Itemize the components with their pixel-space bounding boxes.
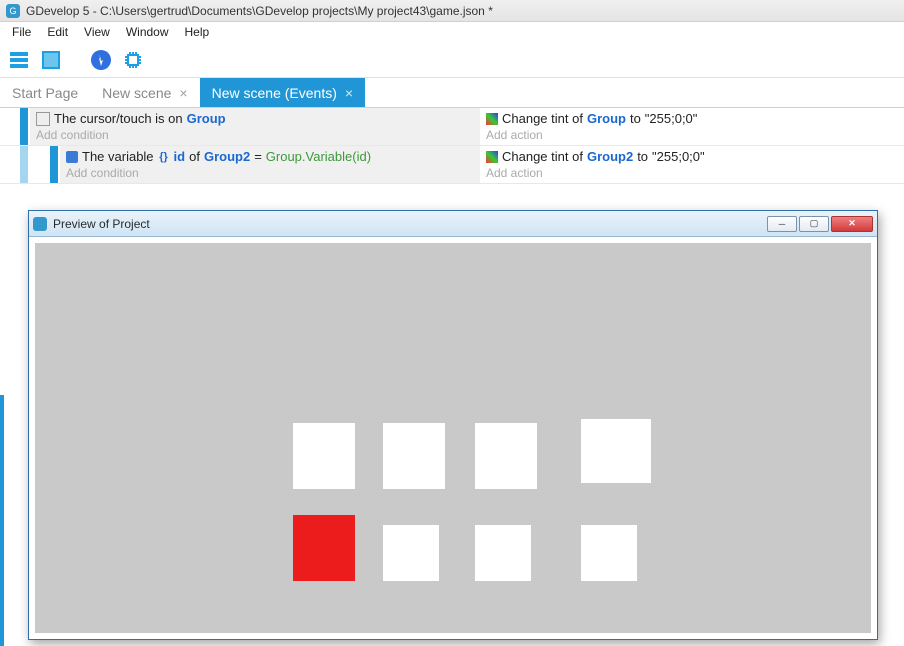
condition-text: The cursor/touch is on [54,111,183,126]
variable-brace-icon: {} [158,151,170,163]
tab-new-scene[interactable]: New scene × [90,78,199,107]
tab-start-page[interactable]: Start Page [0,78,90,107]
maximize-icon: ▢ [810,218,819,229]
condition-body[interactable]: The variable {} id of Group2 = Group.Var… [60,146,480,183]
minimize-icon: ─ [779,219,785,229]
menu-file[interactable]: File [4,23,39,41]
app-icon [33,217,47,231]
condition-mid: of [189,149,200,164]
action-line[interactable]: Change tint of Group to "255;0;0" [486,111,898,126]
add-condition-link[interactable]: Add condition [36,128,474,142]
sprite[interactable] [293,423,355,489]
event-row[interactable]: The variable {} id of Group2 = Group.Var… [0,146,904,184]
scene-icon [40,49,62,71]
variable-icon [66,151,78,163]
sprite[interactable] [581,419,651,483]
debug-button[interactable] [120,47,146,73]
chip-icon [122,49,144,71]
tab-label: Start Page [12,85,78,101]
close-icon: ✕ [848,218,856,229]
actions-pane[interactable]: Change tint of Group to "255;0;0" Add ac… [480,108,904,145]
condition-line[interactable]: The variable {} id of Group2 = Group.Var… [66,149,474,164]
cursor-icon [36,112,50,126]
menu-edit[interactable]: Edit [39,23,76,41]
project-manager-icon [8,49,30,71]
condition-variable: id [174,149,186,164]
sprite[interactable] [475,525,531,581]
menubar: File Edit View Window Help [0,22,904,42]
action-text: Change tint of [502,111,583,126]
condition-object: Group2 [204,149,250,164]
sprite[interactable] [383,525,439,581]
action-text: Change tint of [502,149,583,164]
add-condition-link[interactable]: Add condition [66,166,474,180]
action-value: "255;0;0" [645,111,698,126]
event-gutter [0,108,30,145]
preview-button[interactable] [88,47,114,73]
maximize-button[interactable]: ▢ [799,216,829,232]
menu-window[interactable]: Window [118,23,177,41]
main-titlebar: G GDevelop 5 - C:\Users\gertrud\Document… [0,0,904,22]
condition-body[interactable]: The cursor/touch is on Group Add conditi… [30,108,480,145]
close-button[interactable]: ✕ [831,216,873,232]
action-line[interactable]: Change tint of Group2 to "255;0;0" [486,149,898,164]
action-object: Group [587,111,626,126]
condition-text: The variable [82,149,154,164]
event-row[interactable]: The cursor/touch is on Group Add conditi… [0,108,904,146]
condition-eq: = [254,149,262,164]
sprite[interactable] [475,423,537,489]
scene-editor-button[interactable] [38,47,64,73]
preview-window[interactable]: Preview of Project ─ ▢ ✕ [28,210,878,640]
condition-object: Group [187,111,226,126]
conditions-pane: The cursor/touch is on Group Add conditi… [0,108,480,145]
close-icon[interactable]: × [345,85,353,101]
preview-canvas[interactable] [35,243,871,633]
preview-icon [89,48,113,72]
window-title: GDevelop 5 - C:\Users\gertrud\Documents\… [26,4,493,18]
toolbar [0,42,904,78]
tab-row: Start Page New scene × New scene (Events… [0,78,904,108]
action-mid: to [637,149,648,164]
add-action-link[interactable]: Add action [486,166,898,180]
preview-title: Preview of Project [53,217,150,231]
sprite-hover[interactable] [293,515,355,581]
actions-pane[interactable]: Change tint of Group2 to "255;0;0" Add a… [480,146,904,183]
sprite[interactable] [383,423,445,489]
preview-titlebar[interactable]: Preview of Project ─ ▢ ✕ [29,211,877,237]
left-panel-edge [0,395,4,646]
menu-view[interactable]: View [76,23,118,41]
tint-icon [486,151,498,163]
app-icon: G [6,4,20,18]
action-value: "255;0;0" [652,149,705,164]
sprite[interactable] [581,525,637,581]
open-project-manager-button[interactable] [6,47,32,73]
close-icon[interactable]: × [179,85,187,101]
add-action-link[interactable]: Add action [486,128,898,142]
tab-label: New scene [102,85,171,101]
action-mid: to [630,111,641,126]
tint-icon [486,113,498,125]
condition-expression: Group.Variable(id) [266,149,371,164]
event-sheet: The cursor/touch is on Group Add conditi… [0,108,904,184]
menu-help[interactable]: Help [177,23,218,41]
tab-new-scene-events[interactable]: New scene (Events) × [200,78,365,107]
event-gutter [0,146,60,183]
condition-line[interactable]: The cursor/touch is on Group [36,111,474,126]
action-object: Group2 [587,149,633,164]
conditions-pane: The variable {} id of Group2 = Group.Var… [0,146,480,183]
tab-label: New scene (Events) [212,85,337,101]
minimize-button[interactable]: ─ [767,216,797,232]
